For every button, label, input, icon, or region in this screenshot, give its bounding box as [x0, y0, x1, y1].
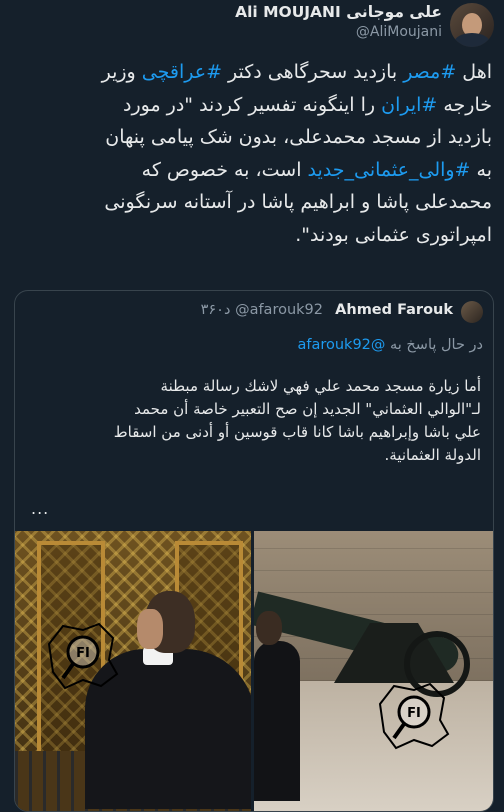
man-face: [137, 609, 163, 649]
tweet-text: اهل #مصر بازدید سحرگاهی دکتر #عراقچی وزی…: [14, 56, 492, 251]
watermark-logo-icon: FI: [374, 676, 454, 756]
man-standing: [254, 641, 300, 801]
photo-mosque-window[interactable]: FI: [15, 531, 251, 811]
man-standing-head: [256, 611, 282, 645]
hashtag-link[interactable]: #عراقچی: [142, 61, 222, 83]
watermark-logo-icon: FI: [43, 616, 123, 696]
tweet-text-segment: را اینگونه تفسیر کردند "در مورد: [123, 93, 382, 116]
quoted-handle-time: ۳۶۰د @afarouk92: [201, 302, 323, 318]
quoted-text: أما زيارة مسجد محمد علي فهي لاشك رسالة م…: [27, 375, 481, 467]
quoted-tweet[interactable]: Ahmed Farouk ۳۶۰د @afarouk92 در حال پاسخ…: [14, 290, 494, 812]
tweet-text-line: به #والی_عثمانی_جدید است، به خصوص که: [14, 154, 492, 187]
hashtag-link[interactable]: #ایران: [381, 94, 437, 116]
watermark-text: FI: [407, 706, 421, 721]
author-handle[interactable]: @AliMoujani: [235, 22, 442, 42]
author-display-name[interactable]: علی موجانی Ali MOUJANI: [235, 2, 442, 22]
tweet-text-line: بازدید از مسجد محمدعلی، بدون شک پیامی پن…: [14, 121, 492, 154]
tweet-text-segment: امپراتوری عثمانی بودند".: [295, 223, 492, 246]
tweet-text-segment: بازدید سحرگاهی دکتر: [221, 61, 404, 83]
hashtag-link[interactable]: #مصر: [403, 61, 456, 83]
quoted-text-line: الدولة العثمانية.: [384, 446, 482, 464]
tweet-text-line: محمدعلی پاشا و ابراهیم پاشا در آستانه سر…: [14, 186, 492, 219]
quoted-handle[interactable]: @afarouk92: [235, 302, 323, 318]
photo-cannon[interactable]: FI: [254, 531, 493, 811]
tweet-text-segment: اهل: [456, 61, 492, 83]
quoted-header: Ahmed Farouk ۳۶۰د @afarouk92: [25, 301, 483, 327]
quoted-display-name[interactable]: Ahmed Farouk: [335, 302, 453, 318]
watermark-text: FI: [76, 646, 90, 661]
author-name-block[interactable]: علی موجانی Ali MOUJANI @AliMoujani: [235, 2, 442, 42]
author-avatar[interactable]: [450, 3, 494, 47]
quoted-text-line: علي باشا وإبراهيم باشا كانا قاب قوسين أو…: [113, 423, 481, 441]
tweet-text-segment: خارجه: [437, 93, 492, 116]
quoted-ellipsis: ...: [31, 499, 50, 518]
media-grid: FI FI: [15, 531, 493, 811]
replying-to-handle[interactable]: @afarouk92: [297, 337, 385, 353]
tweet-text-line: خارجه #ایران را اینگونه تفسیر کردند "در …: [14, 89, 492, 122]
tweet-text-segment: محمدعلی پاشا و ابراهیم پاشا در آستانه سر…: [104, 191, 492, 213]
replying-to-label: در حال پاسخ به: [390, 337, 483, 353]
tweet-text-line: امپراتوری عثمانی بودند".: [14, 219, 492, 252]
tweet-text-segment: است، به خصوص که: [141, 158, 308, 181]
tweet-text-segment: وزیر: [101, 61, 142, 83]
replying-to: در حال پاسخ به @afarouk92: [297, 337, 483, 353]
quoted-time: ۳۶۰د: [200, 302, 231, 318]
tweet-text-line: اهل #مصر بازدید سحرگاهی دکتر #عراقچی وزی…: [14, 56, 492, 89]
tweet-text-segment: به: [470, 158, 492, 181]
tweet-header: علی موجانی Ali MOUJANI @AliMoujani: [0, 0, 504, 52]
quoted-text-line: أما زيارة مسجد محمد علي فهي لاشك رسالة م…: [160, 377, 481, 395]
quoted-avatar[interactable]: [461, 301, 483, 323]
tweet-text-segment: بازدید از مسجد محمدعلی، بدون شک پیامی پن…: [105, 126, 492, 148]
quoted-text-line: لـ"الوالي العثماني" الجديد إن صح التعبير…: [134, 400, 481, 418]
avatar-body: [454, 33, 490, 47]
hashtag-link[interactable]: #والی_عثمانی_جدید: [308, 159, 471, 181]
